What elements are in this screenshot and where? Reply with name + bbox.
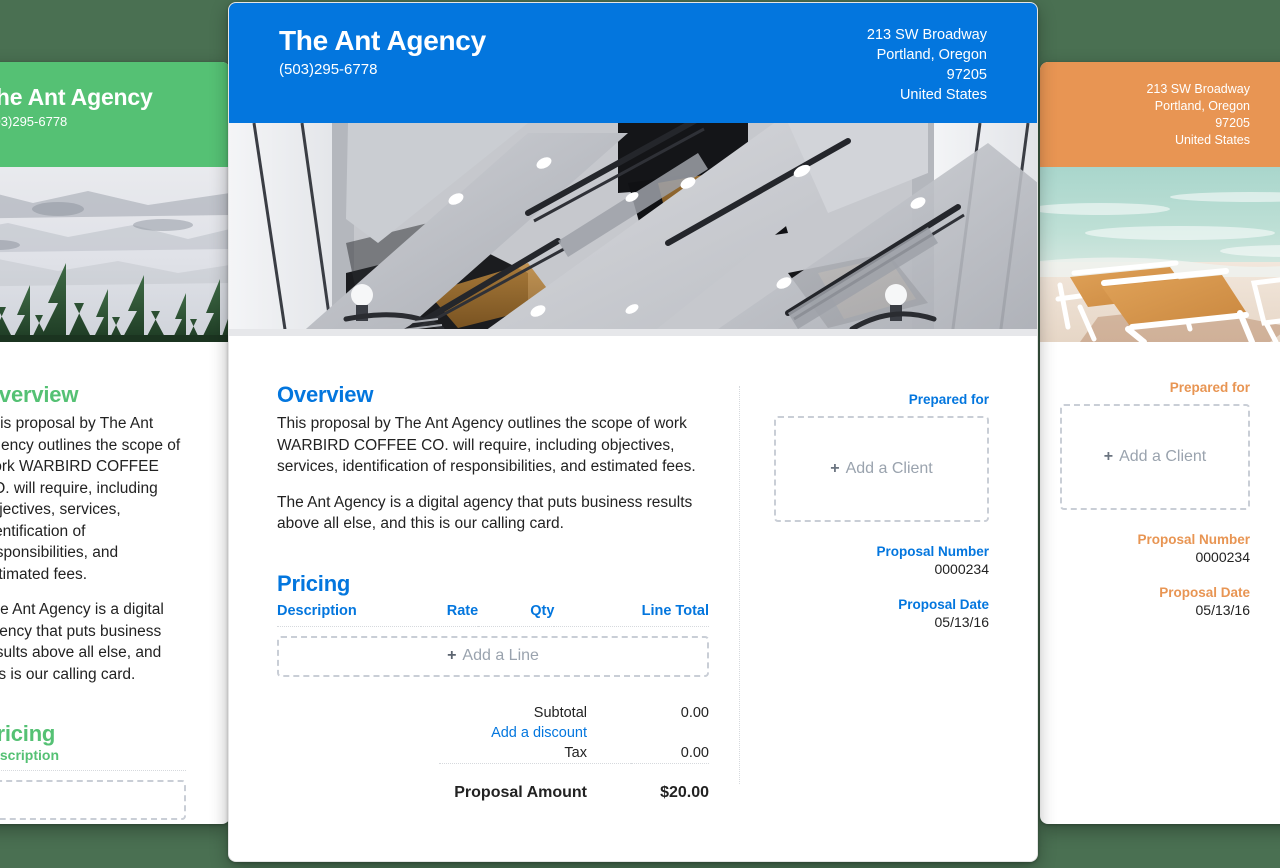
pricing-heading: Pricing — [0, 721, 56, 746]
tax-row: Tax 0.00 — [439, 743, 709, 764]
divider-cell-left — [439, 762, 631, 778]
overview-paragraph-2: The Ant Agency is a digital agency that … — [0, 601, 164, 683]
address-line-1: 213 SW Broadway — [866, 27, 987, 43]
proposal-number-value[interactable]: 0000234 — [1060, 549, 1250, 565]
orange-card-body: Prepared for + Add a Client Proposal Num… — [1040, 342, 1280, 618]
overview-heading: Overview — [277, 382, 374, 407]
totals-table: Subtotal 0.00 Add a discount Tax 0.00 Pr… — [439, 703, 709, 804]
subtotal-label: Subtotal — [533, 704, 587, 721]
hero-image-beach — [1040, 167, 1280, 342]
subtotal-row: Subtotal 0.00 — [439, 703, 709, 723]
column-header-line-total: Line Total — [554, 602, 709, 627]
proposal-date-value[interactable]: 05/13/16 — [774, 614, 990, 630]
pricing-section: Pricing Description Rate Qty Line Total … — [277, 571, 709, 804]
divider-cell-right — [631, 762, 709, 778]
prepared-for-label: Prepared for — [1169, 380, 1250, 395]
main-card-content: Overview This proposal by The Ant Agency… — [229, 336, 1037, 804]
green-card-business-block: The Ant Agency (503)295-6778 — [0, 84, 153, 129]
discount-value-empty — [631, 723, 709, 743]
proposal-amount-row: Proposal Amount $20.00 — [439, 778, 709, 804]
address-line-2: Portland, Oregon — [1154, 99, 1250, 113]
proposal-card-orange-theme[interactable]: 213 SW Broadway Portland, Oregon 97205 U… — [1040, 62, 1280, 824]
orange-card-header: 213 SW Broadway Portland, Oregon 97205 U… — [1040, 62, 1280, 167]
pricing-table-header-row: Description Rate Qty Line Total — [277, 602, 709, 627]
main-business-block: The Ant Agency (503)295-6778 — [279, 25, 486, 78]
add-line-button[interactable] — [0, 780, 186, 820]
subtotal-value: 0.00 — [680, 704, 709, 721]
proposal-card-green-theme[interactable]: The Ant Agency (503)295-6778 — [0, 62, 230, 824]
plus-icon: + — [1103, 448, 1114, 465]
plus-icon: + — [830, 460, 840, 477]
pricing-heading: Pricing — [277, 570, 351, 596]
add-client-button[interactable]: + Add a Client — [774, 416, 989, 522]
tax-value: 0.00 — [680, 744, 709, 761]
green-card-header: The Ant Agency (503)295-6778 — [0, 62, 230, 167]
tax-label[interactable]: Tax — [439, 743, 631, 764]
proposal-card-blue-theme-active[interactable]: The Ant Agency (503)295-6778 213 SW Broa… — [228, 2, 1038, 862]
column-header-description: Description — [277, 602, 422, 627]
overview-paragraph-2[interactable]: The Ant Agency is a digital agency that … — [277, 492, 709, 535]
proposal-number-value[interactable]: 0000234 — [774, 561, 989, 577]
add-client-label: Add a Client — [1119, 448, 1207, 465]
address-line-2: Portland, Oregon — [876, 47, 987, 63]
add-client-button[interactable]: + Add a Client — [1060, 404, 1250, 510]
proposal-amount-value: $20.00 — [660, 783, 709, 801]
totals-section: Subtotal 0.00 Add a discount Tax 0.00 Pr… — [277, 703, 709, 804]
overview-heading: Overview — [0, 382, 79, 407]
overview-paragraph-1: This proposal by The Ant Agency outlines… — [0, 415, 181, 583]
address-zip: 97205 — [946, 67, 987, 83]
sidebar-column: Prepared for + Add a Client Proposal Num… — [774, 392, 989, 630]
pricing-column-description: Description — [0, 747, 186, 771]
address-zip: 97205 — [1215, 116, 1250, 130]
hero-image-mountain — [0, 167, 230, 342]
discount-row[interactable]: Add a discount — [439, 723, 709, 743]
business-phone: (503)295-6778 — [0, 114, 68, 129]
prepared-for-label: Prepared for — [908, 392, 989, 407]
add-line-button[interactable]: + Add a Line — [277, 635, 709, 677]
plus-icon: + — [447, 647, 457, 664]
add-discount-link[interactable]: Add a discount — [439, 723, 631, 743]
add-client-label: Add a Client — [845, 460, 933, 477]
proposal-date-label: Proposal Date — [1159, 585, 1250, 600]
hero-image-atrium — [229, 123, 1037, 336]
address-line-1: 213 SW Broadway — [1146, 82, 1250, 96]
proposal-date-label: Proposal Date — [898, 597, 989, 612]
business-phone: (503)295-6778 — [279, 61, 378, 78]
totals-divider-row — [439, 762, 709, 778]
business-address: 213 SW Broadway Portland, Oregon 97205 U… — [867, 25, 987, 105]
address-country: United States — [899, 87, 987, 103]
main-card-header: The Ant Agency (503)295-6778 213 SW Broa… — [229, 3, 1037, 123]
add-line-label: Add a Line — [462, 647, 539, 664]
orange-sidebar-column: Prepared for + Add a Client Proposal Num… — [1060, 380, 1250, 618]
proposal-number-label: Proposal Number — [876, 544, 989, 559]
proposal-date-value[interactable]: 05/13/16 — [1060, 602, 1251, 618]
address-country: United States — [1174, 133, 1250, 147]
green-card-body: Overview This proposal by The Ant Agency… — [0, 342, 230, 824]
overview-paragraph-1[interactable]: This proposal by The Ant Agency outlines… — [277, 413, 709, 478]
pricing-table: Description Rate Qty Line Total — [277, 602, 709, 627]
column-header-rate: Rate — [421, 602, 479, 627]
business-name: The Ant Agency — [0, 84, 153, 110]
proposal-amount-label: Proposal Amount — [454, 783, 587, 801]
business-name: The Ant Agency — [279, 25, 486, 56]
main-left-column: Overview This proposal by The Ant Agency… — [277, 382, 739, 804]
green-pricing-section: Pricing Description — [0, 721, 186, 824]
column-header-qty: Qty — [478, 602, 555, 627]
business-address: 213 SW Broadway Portland, Oregon 97205 U… — [1146, 81, 1250, 149]
proposal-number-label: Proposal Number — [1137, 532, 1250, 547]
main-right-column: Prepared for + Add a Client Proposal Num… — [740, 382, 989, 804]
